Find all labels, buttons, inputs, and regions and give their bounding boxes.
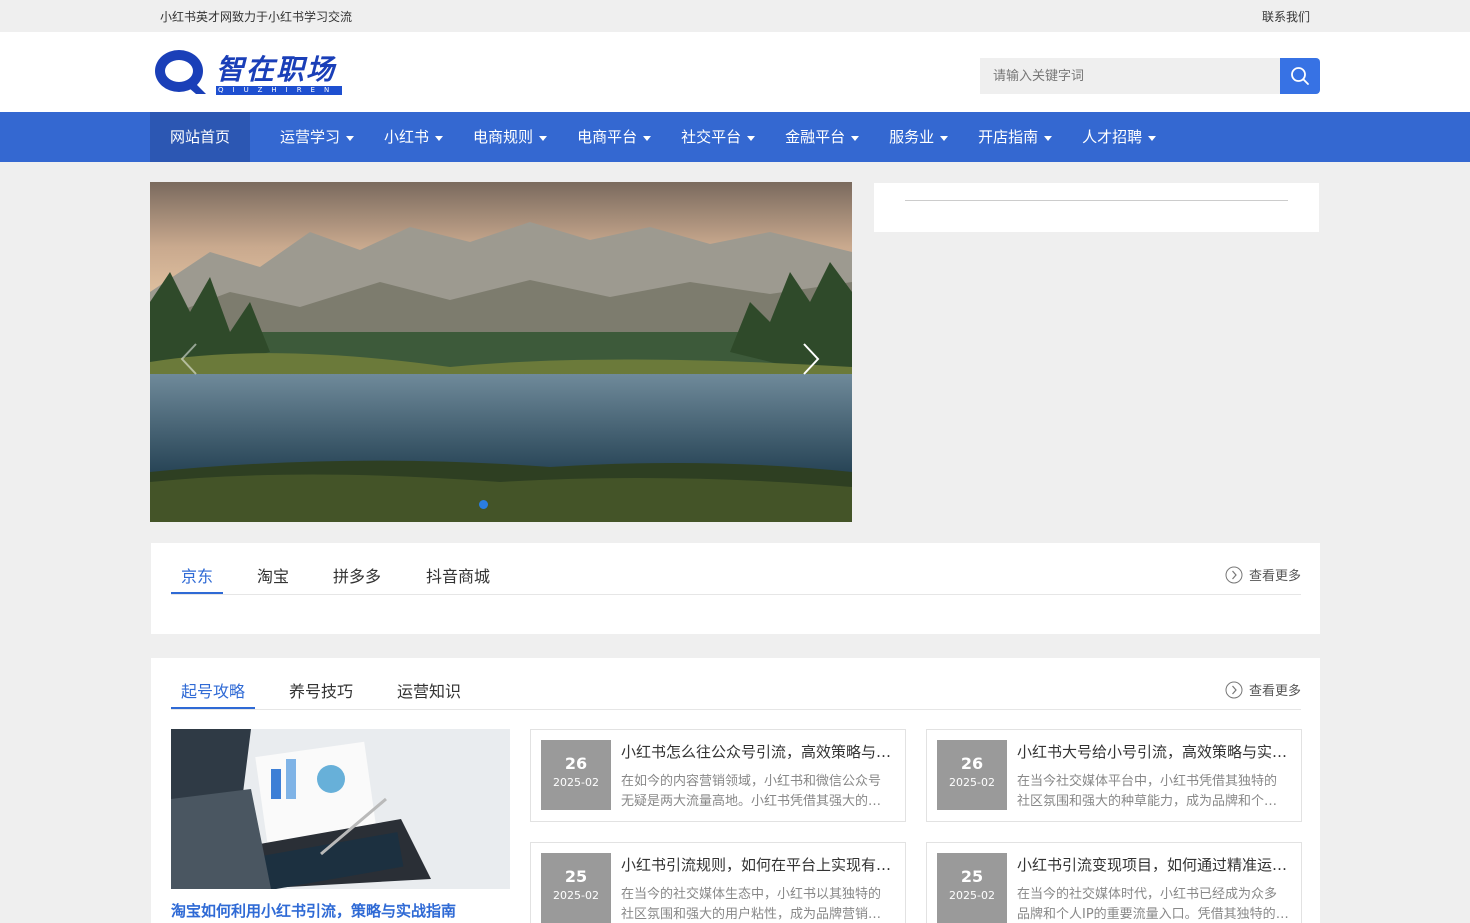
article-title[interactable]: 小红书大号给小号引流，高效策略与实操指南	[1017, 741, 1292, 762]
tab-operations-knowledge[interactable]: 运营知识	[397, 678, 461, 702]
site-logo[interactable]: 智在职场 QIUZHIREN	[152, 46, 344, 100]
date-day: 25	[564, 867, 588, 886]
nav-item-label: 电商规则	[473, 128, 534, 146]
date-year-month: 2025-02	[553, 889, 599, 902]
top-bar: 小红书英才网致力于小红书学习交流 联系我们	[0, 0, 1470, 32]
article-excerpt: 在如今的内容营销领域，小红书和微信公众号无疑是两大流量高地。小红书凭借其强大的种…	[621, 774, 882, 809]
banner-carousel[interactable]	[150, 182, 852, 522]
nav-item-operations[interactable]: 运营学习	[265, 112, 369, 162]
caret-down-icon	[539, 135, 548, 141]
caret-down-icon	[940, 135, 949, 141]
article-card[interactable]: 25 2025-02 小红书引流变现项目，如何通过精准运营实现收益 在当今的社交…	[926, 842, 1302, 923]
article-excerpt: 在当今的社交媒体生态中，小红书以其独特的社区氛围和强大的用户粘性，成为品牌营销的…	[621, 887, 882, 922]
date-badge: 26 2025-02	[541, 740, 611, 810]
nav-item-label: 社交平台	[681, 128, 742, 146]
logo-text: 智在职场	[216, 53, 337, 86]
nav-item-label: 人才招聘	[1082, 128, 1143, 146]
article-card[interactable]: 26 2025-02 小红书大号给小号引流，高效策略与实操指南 在当今社交媒体平…	[926, 729, 1302, 822]
view-more-link[interactable]: 查看更多	[1225, 565, 1301, 584]
nav-item-label: 运营学习	[280, 128, 341, 146]
date-badge: 26 2025-02	[937, 740, 1007, 810]
platform-tabs: 京东 淘宝 拼多多 抖音商城 查看更多	[171, 543, 1301, 595]
tab-jd[interactable]: 京东	[181, 563, 213, 587]
logo-subtext: QIUZHIREN	[218, 86, 339, 94]
platform-section: 京东 淘宝 拼多多 抖音商城 查看更多	[151, 543, 1320, 634]
article-excerpt: 在当今的社交媒体时代，小红书已经成为众多品牌和个人IP的重要流量入口。凭借其独特…	[1017, 887, 1289, 922]
nav-item-xiaohongshu[interactable]: 小红书	[369, 112, 458, 162]
tab-account-launch[interactable]: 起号攻略	[181, 678, 245, 702]
search-bar	[980, 58, 1320, 94]
caret-down-icon	[643, 135, 652, 141]
tab-pinduoduo[interactable]: 拼多多	[333, 563, 381, 587]
caret-down-icon	[435, 135, 444, 141]
header: 智在职场 QIUZHIREN	[0, 32, 1470, 112]
date-day: 26	[960, 754, 984, 773]
side-panel	[874, 183, 1319, 232]
date-badge: 25 2025-02	[937, 853, 1007, 923]
caret-down-icon	[1044, 135, 1053, 141]
article-section: 起号攻略 养号技巧 运营知识 查看更多 淘宝如何利用小红书引流，策略与实战指南	[151, 658, 1320, 923]
nav-item-store-guide[interactable]: 开店指南	[963, 112, 1067, 162]
main-nav: 网站首页 运营学习 小红书 电商规则 电商平台 社交平台 金融平台 服务业 开店…	[0, 112, 1470, 162]
article-title[interactable]: 小红书怎么往公众号引流，高效策略与实践技巧	[621, 741, 896, 762]
view-more-label: 查看更多	[1248, 684, 1301, 699]
nav-item-social-platforms[interactable]: 社交平台	[666, 112, 770, 162]
nav-item-label: 电商平台	[577, 128, 638, 146]
nav-item-label: 小红书	[384, 128, 430, 146]
date-day: 25	[960, 867, 984, 886]
featured-article[interactable]: 淘宝如何利用小红书引流，策略与实战指南	[171, 729, 510, 921]
nav-item-label: 金融平台	[785, 128, 846, 146]
view-more-label: 查看更多	[1248, 569, 1301, 584]
nav-item-ecommerce-platforms[interactable]: 电商平台	[562, 112, 666, 162]
date-year-month: 2025-02	[553, 776, 599, 789]
nav-item-label: 开店指南	[978, 128, 1039, 146]
tab-douyin-mall[interactable]: 抖音商城	[426, 563, 490, 587]
nav-item-finance-platforms[interactable]: 金融平台	[770, 112, 874, 162]
tab-taobao[interactable]: 淘宝	[257, 563, 289, 587]
article-title[interactable]: 小红书引流变现项目，如何通过精准运营实现收益	[1017, 854, 1292, 875]
article-card[interactable]: 26 2025-02 小红书怎么往公众号引流，高效策略与实践技巧 在如今的内容营…	[530, 729, 906, 822]
caret-down-icon	[747, 135, 756, 141]
carousel-dot[interactable]	[479, 500, 488, 509]
search-button[interactable]	[1280, 58, 1320, 94]
featured-thumbnail[interactable]	[171, 729, 510, 889]
search-icon	[1291, 67, 1309, 85]
nav-item-ecommerce-rules[interactable]: 电商规则	[458, 112, 562, 162]
article-card[interactable]: 25 2025-02 小红书引流规则，如何在平台上实现有效引流 在当今的社交媒体…	[530, 842, 906, 923]
nav-item-services[interactable]: 服务业	[874, 112, 963, 162]
active-tab-indicator	[171, 592, 223, 594]
nav-item-label: 服务业	[889, 128, 935, 146]
banner-image	[150, 182, 852, 522]
nav-item-home[interactable]: 网站首页	[150, 112, 251, 162]
date-year-month: 2025-02	[949, 776, 995, 789]
caret-down-icon	[1148, 135, 1157, 141]
search-input[interactable]	[980, 58, 1280, 94]
date-year-month: 2025-02	[949, 889, 995, 902]
circle-chevron-right-icon	[1225, 566, 1243, 583]
featured-article-title[interactable]: 淘宝如何利用小红书引流，策略与实战指南	[171, 900, 510, 921]
view-more-link[interactable]: 查看更多	[1225, 680, 1301, 699]
circle-chevron-right-icon	[1225, 681, 1243, 698]
tab-account-nurturing[interactable]: 养号技巧	[289, 678, 353, 702]
article-tabs: 起号攻略 养号技巧 运营知识 查看更多	[171, 658, 1301, 710]
chevron-right-icon[interactable]	[800, 342, 822, 376]
date-badge: 25 2025-02	[541, 853, 611, 923]
chevron-left-icon[interactable]	[178, 342, 200, 376]
site-slogan: 小红书英才网致力于小红书学习交流	[160, 10, 353, 24]
date-day: 26	[564, 754, 588, 773]
divider	[905, 200, 1288, 201]
nav-item-recruitment[interactable]: 人才招聘	[1067, 112, 1171, 162]
article-title[interactable]: 小红书引流规则，如何在平台上实现有效引流	[621, 854, 896, 875]
contact-us-link[interactable]: 联系我们	[1262, 8, 1310, 25]
article-excerpt: 在当今社交媒体平台中，小红书凭借其独特的社区氛围和强大的种草能力，成为品牌和个人…	[1017, 774, 1278, 809]
caret-down-icon	[851, 135, 860, 141]
caret-down-icon	[346, 135, 355, 141]
active-tab-indicator	[171, 707, 255, 709]
